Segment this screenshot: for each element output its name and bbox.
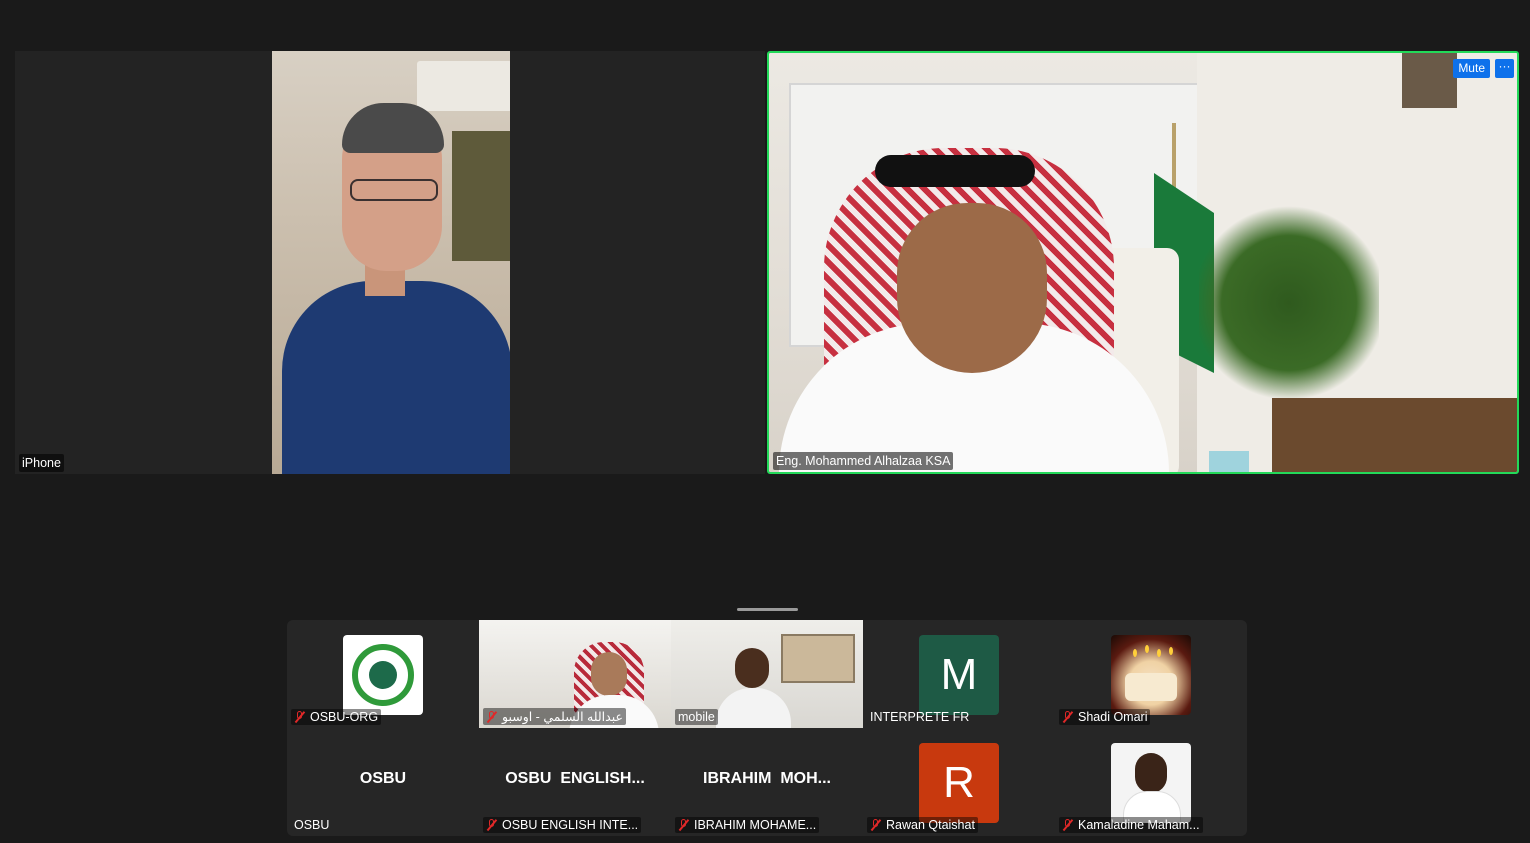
video-tile-iphone[interactable]: iPhone	[15, 51, 765, 474]
participant-tile[interactable]: OSBU-ORG	[287, 620, 479, 728]
participant-face	[735, 648, 769, 688]
wall-painting	[452, 131, 510, 261]
letter-avatar: R	[919, 743, 999, 823]
participant-name: Rawan Qtaishat	[886, 818, 975, 832]
participant-tile[interactable]: OSBU ENGLISH... OSBU ENGLISH INTE...	[479, 728, 671, 836]
participant-tile[interactable]: Shadi Omari	[1055, 620, 1247, 728]
corkboard	[781, 634, 855, 683]
mute-participant-button[interactable]: Mute	[1453, 59, 1490, 78]
strip-resize-handle[interactable]	[737, 608, 798, 611]
plant-pot	[1209, 451, 1249, 472]
agal-headband	[875, 155, 1035, 187]
participant-tile[interactable]: mobile	[671, 620, 863, 728]
more-options-button[interactable]: ···	[1495, 59, 1514, 78]
participant-shirt	[282, 281, 510, 474]
participant-tile[interactable]: OSBU OSBU	[287, 728, 479, 836]
participant-name-tag: Eng. Mohammed Alhalzaa KSA	[773, 452, 954, 470]
participant-tile[interactable]: IBRAHIM MOH... IBRAHIM MOHAME...	[671, 728, 863, 836]
participant-video	[769, 53, 1517, 472]
desk	[1272, 398, 1517, 472]
participant-tile[interactable]: Kamaladine Maham...	[1055, 728, 1247, 836]
participant-name: OSBU ENGLISH INTE...	[502, 818, 639, 832]
participant-tile[interactable]: عبدالله السلمي - اوسبو	[479, 620, 671, 728]
mic-muted-icon	[1062, 819, 1074, 831]
participant-tile[interactable]: R Rawan Qtaishat	[863, 728, 1055, 836]
picture-frame	[1402, 53, 1457, 108]
mic-muted-icon	[294, 711, 306, 723]
air-conditioner	[417, 61, 510, 111]
birthday-cake-icon	[1111, 635, 1191, 715]
participant-name: Kamaladine Maham...	[1078, 818, 1200, 832]
glasses	[350, 179, 438, 201]
participant-name: Shadi Omari	[1078, 710, 1148, 724]
plant	[1199, 203, 1379, 403]
mic-muted-icon	[1062, 711, 1074, 723]
participant-name: OSBU	[294, 818, 330, 832]
participant-name: OSBU-ORG	[310, 710, 379, 724]
participant-tile[interactable]: M INTERPRETE FR	[863, 620, 1055, 728]
participant-name: عبدالله السلمي - اوسبو	[502, 710, 623, 724]
letter-avatar: M	[919, 635, 999, 715]
mic-muted-icon	[486, 819, 498, 831]
participant-face	[591, 652, 627, 696]
mic-muted-icon	[870, 819, 882, 831]
participant-face	[897, 203, 1047, 373]
participant-name: mobile	[678, 710, 715, 724]
participant-display-name: OSBU ENGLISH...	[505, 770, 645, 787]
mic-muted-icon	[678, 819, 690, 831]
participant-name: IBRAHIM MOHAME...	[694, 818, 817, 832]
video-tile-active-speaker[interactable]: Mute ··· Eng. Mohammed Alhalzaa KSA	[767, 51, 1519, 474]
participant-name: INTERPRETE FR	[870, 710, 970, 724]
participant-display-name: IBRAHIM MOH...	[703, 770, 831, 787]
mic-muted-icon	[486, 710, 498, 723]
participant-strip: OSBU-ORG عبدالله السلمي - اوسبو mobile M…	[287, 620, 1247, 836]
participant-video	[272, 51, 510, 474]
participant-display-name: OSBU	[359, 770, 407, 787]
person-photo-icon	[1111, 743, 1191, 823]
participant-name-tag: iPhone	[19, 454, 64, 472]
osbu-logo-icon	[343, 635, 423, 715]
